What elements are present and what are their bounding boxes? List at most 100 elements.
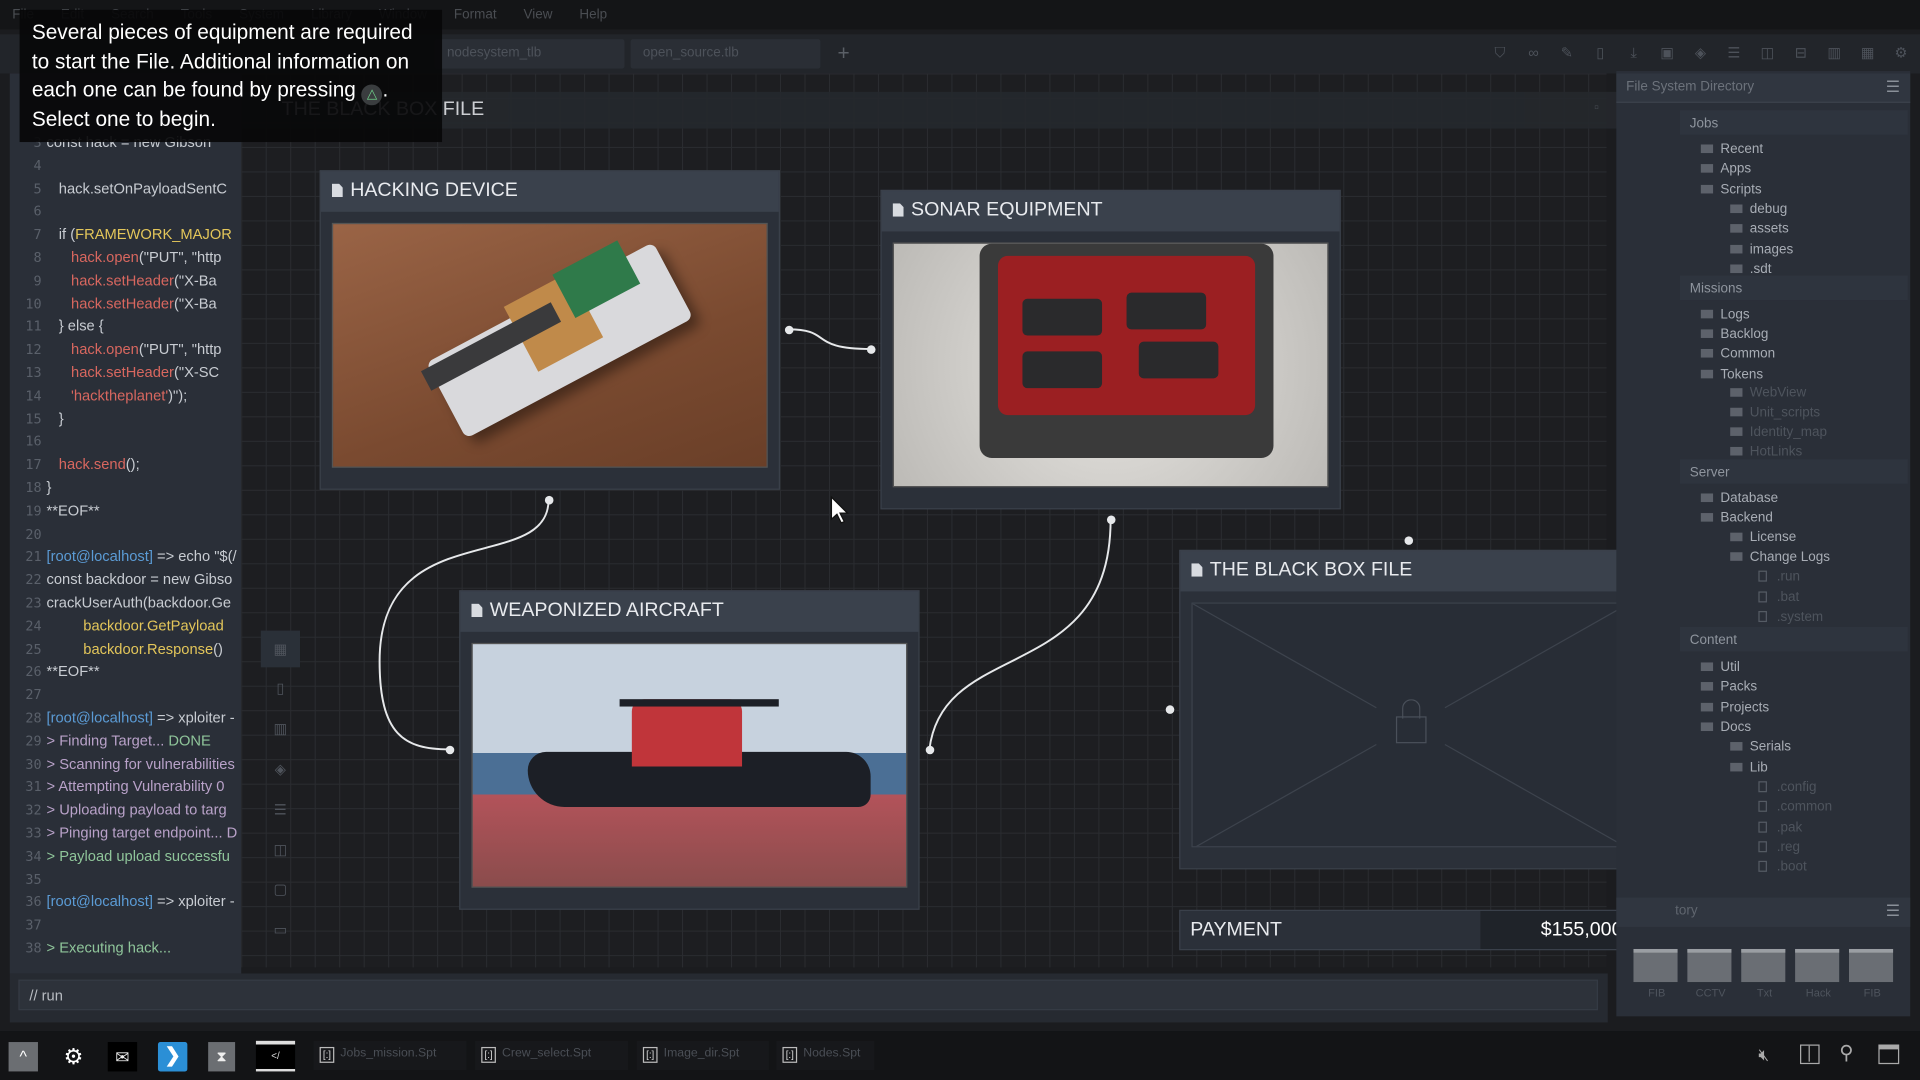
tree-section-label: Jobs [1689, 116, 1719, 132]
tree-item-label: License [1749, 530, 1797, 545]
chevron-up-icon[interactable]: ^ [8, 1042, 38, 1072]
search-icon[interactable]: ⚲ [1839, 1041, 1853, 1065]
connector-dot[interactable] [1403, 535, 1413, 545]
tree-item[interactable]: Recent [1700, 141, 1763, 158]
mail-icon[interactable]: ✉ [107, 1042, 138, 1072]
tree-item-label: Backend [1720, 510, 1773, 526]
taskbar-item[interactable]: [:] Crew_select.Spt [475, 1040, 629, 1071]
node-hacking-device[interactable]: HACKING DEVICE [319, 170, 781, 490]
tree-item[interactable]: .run [1758, 568, 1800, 585]
folder-icon [1700, 722, 1714, 732]
folder-icon [1730, 388, 1743, 397]
tree-item-label: Util [1720, 660, 1740, 675]
tree-item[interactable]: Docs [1700, 719, 1751, 736]
node-sonar-equipment[interactable]: SONAR EQUIPMENT [880, 189, 1341, 510]
tree-item[interactable]: HotLinks [1730, 443, 1802, 460]
tree-item[interactable]: Unit_scripts [1730, 404, 1820, 421]
node-black-box-file[interactable]: THE BLACK BOX FILE [1179, 549, 1640, 870]
tree-item[interactable]: Identity_map [1730, 424, 1827, 441]
browser-icon[interactable]: ❯ [157, 1042, 188, 1072]
split-view-icon[interactable] [1800, 1044, 1820, 1065]
tree-item[interactable]: Projects [1700, 699, 1769, 716]
folder-tile[interactable]: CCTV [1687, 943, 1734, 1004]
connector-dot[interactable] [1106, 514, 1115, 524]
taskbar-item[interactable]: [:] Nodes.Spt [776, 1040, 875, 1071]
tree-item[interactable]: Logs [1700, 306, 1750, 323]
gear-icon[interactable]: ⚙ [59, 1042, 88, 1071]
file-icon [1758, 821, 1767, 833]
command-input[interactable]: // run [18, 979, 1598, 1011]
connector-dot[interactable] [1165, 704, 1174, 714]
folder-icon [1700, 309, 1714, 319]
taskbar-item[interactable]: [:] Jobs_mission.Spt [313, 1040, 467, 1071]
tree-item[interactable]: .bat [1758, 589, 1799, 606]
menu-icon[interactable]: ☰ [1886, 901, 1900, 921]
file-panel-title: File System Directory [1626, 79, 1755, 95]
tree-item-label: .pak [1776, 820, 1803, 836]
tree-item[interactable]: Backlog [1700, 326, 1769, 343]
tree-item[interactable]: Change Logs [1730, 549, 1830, 566]
folder-tile[interactable]: FIB [1848, 943, 1896, 1004]
file-icon [1758, 781, 1767, 793]
tree-item[interactable]: Backend [1700, 509, 1773, 526]
connector-dot[interactable] [925, 745, 934, 754]
tree-item[interactable]: .system [1758, 609, 1823, 626]
tree-item[interactable]: Serials [1730, 738, 1791, 755]
file-icon [1758, 860, 1767, 872]
tree-item[interactable]: Tokens [1700, 366, 1763, 383]
weaponized-aircraft-image [471, 642, 908, 888]
folder-tile[interactable]: FIB [1633, 943, 1680, 1004]
tree-item[interactable]: Scripts [1700, 181, 1762, 198]
tree-item[interactable]: Apps [1700, 160, 1751, 177]
connector-dot[interactable] [544, 495, 553, 504]
tree-item[interactable]: assets [1730, 220, 1789, 237]
document-icon [331, 183, 343, 198]
tree-item[interactable]: .reg [1758, 839, 1800, 856]
mute-icon[interactable]: 🔇︎ [1758, 1044, 1769, 1065]
taskbar-item[interactable]: [:] Image_dir.Spt [636, 1040, 769, 1071]
folder-icon [1848, 948, 1894, 983]
connector-dot[interactable] [445, 745, 454, 754]
tree-item[interactable]: Database [1700, 490, 1778, 507]
connector-dot[interactable] [784, 325, 793, 334]
tree-item[interactable]: .boot [1758, 858, 1807, 875]
menu-icon[interactable]: ☰ [1886, 77, 1900, 97]
folder-label: Txt [1756, 986, 1773, 1000]
tree-item[interactable]: Util [1700, 659, 1740, 676]
tree-item-label: .reg [1776, 840, 1800, 855]
folder-icon [1700, 184, 1714, 194]
tree-item[interactable]: images [1730, 241, 1793, 258]
tree-item-label: debug [1749, 202, 1788, 217]
tree-item-label: Backlog [1720, 326, 1769, 342]
file-icon [1758, 570, 1767, 582]
hourglass-icon[interactable]: ⧗ [208, 1042, 236, 1072]
folder-icon [1700, 682, 1714, 691]
folder-icon [1730, 244, 1743, 254]
tree-item[interactable]: Lib [1730, 759, 1768, 776]
tree-item[interactable]: .pak [1758, 819, 1802, 836]
file-system-panel: File System Directory ☰ Jobs Recent Apps Sc… [1616, 71, 1911, 1017]
folder-icon [1700, 662, 1714, 672]
tree-item[interactable]: .common [1758, 798, 1832, 815]
tree-section-label: Missions [1689, 281, 1743, 297]
tree-item-label: Identity_map [1749, 424, 1827, 440]
tree-section-label: Content [1689, 633, 1737, 648]
tree-item[interactable]: debug [1730, 201, 1787, 218]
tree-item[interactable]: .config [1758, 779, 1816, 796]
connection-hacking-sonar [788, 328, 871, 350]
lock-icon [1395, 699, 1427, 748]
node-weaponized-aircraft[interactable]: WEAPONIZED AIRCRAFT [459, 590, 920, 910]
folder-icon [1700, 164, 1714, 173]
tree-item[interactable]: Common [1700, 345, 1775, 362]
script-icon: [:] [642, 1046, 658, 1063]
tree-item[interactable]: Packs [1700, 678, 1757, 695]
calendar-icon[interactable] [1878, 1044, 1900, 1065]
tree-item[interactable]: License [1730, 529, 1796, 546]
tree-item[interactable]: WebView [1730, 384, 1806, 401]
connector-dot[interactable] [866, 344, 875, 354]
tree-item-label: assets [1749, 221, 1789, 237]
folder-tile[interactable]: Hack [1795, 943, 1842, 1004]
tree-item-label: WebView [1749, 385, 1807, 401]
folder-tile[interactable]: Txt [1741, 943, 1788, 1004]
terminal-icon[interactable]: </ [255, 1040, 296, 1072]
